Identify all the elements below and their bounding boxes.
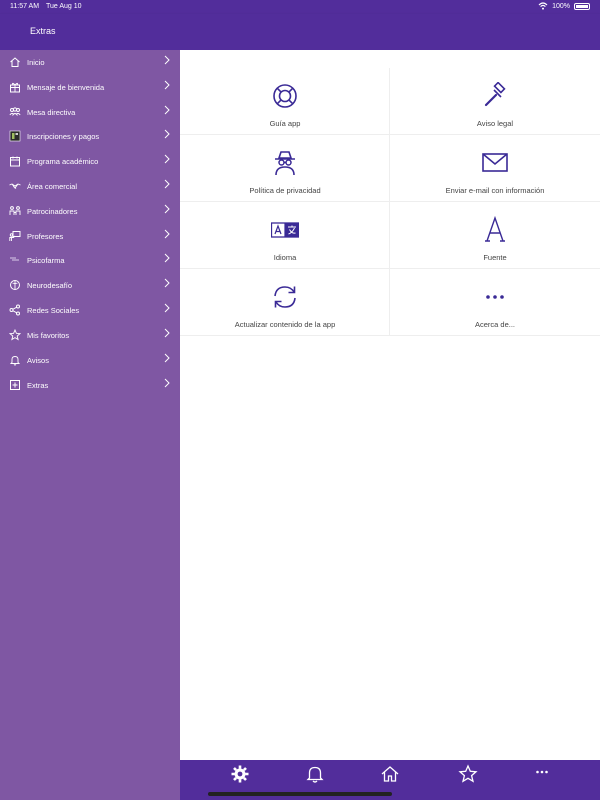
extras-item-label: Fuente [483,253,507,262]
puzzle-icon [10,280,20,290]
sidebar-item-label: Área comercial [27,182,78,191]
extras-item-aviso-legal[interactable]: Aviso legal [390,68,600,135]
star-icon [9,329,21,341]
sidebar-item-label: Neurodesafío [27,281,73,290]
sidebar-item-label: Mis favoritos [27,331,70,340]
chevron-right-icon [164,229,170,239]
home-icon [10,57,20,67]
teacher-icon [9,231,21,241]
sidebar-item-label: Extras [27,381,49,390]
extras-item-privacidad[interactable]: Política de privacidad [180,135,390,202]
wifi-icon [538,2,548,10]
gift-icon [10,82,20,93]
status-right: 100% [538,2,590,10]
sidebar-item-label: Redes Sociales [27,306,80,315]
sidebar-item-patrocinadores[interactable]: Patrocinadores [0,199,180,223]
sidebar-item-inscripciones[interactable]: Inscripciones y pagos [0,124,180,148]
bell-icon [9,356,21,366]
extras-item-label: Guía app [269,119,301,128]
refresh-icon [274,286,296,308]
sidebar-item-label: Programa académico [27,157,99,166]
chevron-right-icon [164,253,170,263]
chevron-right-icon [164,353,170,363]
status-date: Tue Aug 10 [46,3,82,10]
spy-icon [275,151,295,176]
font-icon [485,216,505,242]
extras-item-label: Aviso legal [476,119,514,128]
extras-grid: Guía app Aviso legal Política de privaci… [180,68,600,336]
nav-bar: Extras [0,14,600,50]
sidebar-item-label: Profesores [27,232,64,241]
ticket-icon [9,130,21,142]
sponsors-icon [9,206,21,215]
people-icon [9,107,21,116]
share-icon [9,304,20,316]
sidebar-item-psicofarma[interactable]: Psicofarma [0,248,180,272]
sidebar-item-label: Inscripciones y pagos [27,132,100,141]
plus-box-icon [10,380,20,390]
gear-icon[interactable] [230,764,250,784]
sidebar-item-mensaje[interactable]: Mensaje de bienvenida [0,75,180,99]
chevron-right-icon [164,303,170,313]
sidebar-item-label: Psicofarma [27,256,65,265]
chevron-right-icon [164,80,170,90]
extras-item-label: Enviar e-mail con información [445,186,545,195]
extras-item-idioma[interactable]: Idioma [180,202,390,269]
extras-item-actualizar[interactable]: Actualizar contenido de la app [180,269,390,336]
sidebar-item-label: Mensaje de bienvenida [27,83,105,92]
sidebar-item-label: Inicio [27,58,45,67]
chevron-right-icon [164,154,170,164]
ellipsis-icon [486,295,504,299]
sidebar-item-neurodesafio[interactable]: Neurodesafío [0,273,180,297]
lifebuoy-icon [273,84,297,108]
battery-percent: 100% [552,2,570,10]
extras-item-acerca-de[interactable]: Acerca de... [390,269,600,336]
star-icon[interactable] [458,764,478,784]
sidebar-item-redes-sociales[interactable]: Redes Sociales [0,298,180,322]
sidebar-item-extras[interactable]: Extras [0,373,180,397]
handshake-icon [9,183,21,189]
chevron-right-icon [164,105,170,115]
envelope-icon [482,153,508,172]
extras-item-fuente[interactable]: Fuente [390,202,600,269]
sidebar-item-label: Avisos [27,356,49,365]
sidebar-item-programa[interactable]: Programa académico [0,149,180,173]
sidebar-item-label: Mesa directiva [27,108,76,117]
sidebar-item-avisos[interactable]: Avisos [0,348,180,372]
translate-icon [271,222,299,238]
gavel-icon [484,82,506,107]
battery-icon [574,2,590,10]
chevron-right-icon [164,378,170,388]
chevron-right-icon [164,328,170,338]
extras-item-email[interactable]: Enviar e-mail con información [390,135,600,202]
home-indicator [208,792,392,796]
sidebar-item-mesa[interactable]: Mesa directiva [0,100,180,124]
chevron-right-icon [164,278,170,288]
ellipsis-icon[interactable] [532,764,552,784]
pill-icon [10,257,19,261]
chevron-right-icon [164,55,170,65]
sidebar-item-profesores[interactable]: Profesores [0,224,180,248]
extras-panel: Guía app Aviso legal Política de privaci… [180,50,600,760]
bell-icon[interactable] [305,764,325,784]
chevron-right-icon [164,179,170,189]
extras-item-label: Idioma [273,253,297,262]
page-title: Extras [30,26,56,36]
extras-item-label: Acerca de... [474,320,516,329]
sidebar: Inicio Mensaje de bienvenida Mesa direct… [0,50,180,800]
chevron-right-icon [164,129,170,139]
extras-item-label: Política de privacidad [249,186,321,195]
extras-item-guia-app[interactable]: Guía app [180,68,390,135]
chevron-right-icon [164,204,170,214]
sidebar-item-area-comercial[interactable]: Área comercial [0,174,180,198]
home-icon[interactable] [380,764,400,784]
status-time: 11:57 AM [10,3,40,10]
sidebar-item-mis-favoritos[interactable]: Mis favoritos [0,323,180,347]
status-bar: 11:57 AM Tue Aug 10 100% [0,0,600,14]
sidebar-item-inicio[interactable]: Inicio [0,50,180,74]
sidebar-item-label: Patrocinadores [27,207,78,216]
calendar-icon [10,156,20,167]
extras-item-label: Actualizar contenido de la app [234,320,336,329]
